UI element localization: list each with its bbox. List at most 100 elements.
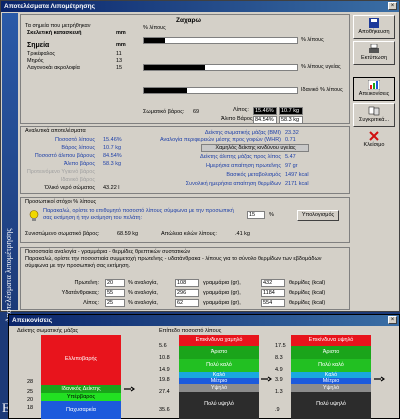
analytics-label: Ποσοστό λίπους [54,137,95,143]
nutrient-pct-input[interactable]: 25 [105,299,125,307]
skeleton-label: Σκελετική κατασκευή [27,30,82,36]
nutrient-pct-label: % αναλογία, [128,300,158,306]
goal-input[interactable]: 15 [247,211,265,219]
analytics-value: 23.32 [285,130,299,136]
fat-segment-label: Πολύ καλό [206,362,232,368]
fat-segment: Υψηλό [179,384,259,392]
chart-icon [368,80,380,90]
nutrient-kcal-field: 554 [261,299,285,307]
close-window-button[interactable]: × [388,2,397,10]
save-button[interactable]: Αποθήκευση [353,15,395,39]
points-label: Τα σημεία που μετρήθηκαν [25,23,91,29]
nutrient-pct-input[interactable]: 55 [105,289,125,297]
fat-level-scale-right: Επικίνδυνα υψηλό Άριστο Πολύ καλό Καλό Μ… [291,335,371,419]
fat-tick-right: 1.3 [275,389,283,395]
compare-icon [368,106,380,116]
body-weight-label: Σωματικό βάρος: [143,109,185,115]
analytics-label: Βάρος λίπους [61,145,95,151]
bmi-segment: Υπέρβαρος [41,393,121,401]
visualizations-button[interactable]: Απεικονίσεις [353,77,395,101]
close-visualizations-button[interactable]: × [388,316,397,324]
bmi-segment: Ελλιποβαρής [41,335,121,385]
nutrient-grams-label: γραμμάρια (gr), [203,300,241,306]
bmi-segment-label: Ελλιποβαρής [64,356,98,362]
print-label: Εκτύπωση [360,55,388,61]
fat-tick-left: 35.6 [159,407,170,413]
loss-label: Απώλεια κιλών λίπους: [161,231,217,237]
healthy-fat-bar [143,64,298,71]
analytics-value: 58.3 kg [103,161,122,167]
fat-tick-left: 27.4 [159,389,170,395]
fat-segment: Επικίνδυνα υψηλό [291,335,371,346]
bmi-segment-label: Ιδανικός Δείκτης [61,386,101,392]
compare-label: Συγκριτικά... [358,117,390,123]
risk-indicator: Χαμηλός δείκτης κινδύνου υγείας [201,144,309,152]
body-weight-value: 69 [193,109,200,115]
point-name: Μηρός [27,58,44,64]
bar-label: % λίπους [301,37,324,43]
print-button[interactable]: Εκτύπωση [353,41,395,65]
goal-panel: Προσωπικοί στόχοι % λίπους Παρακαλώ, ορί… [20,197,350,243]
fat-segment-label: Υψηλό [322,385,340,391]
fat-percent-bar [143,37,298,44]
printer-icon [369,44,379,53]
point-value: 13 [116,58,123,64]
nutrient-pct-input[interactable]: 20 [105,279,125,287]
main-window-title: Αποτελέσματα Λιπομέτρησης [4,3,96,10]
fat-kg-field: 10.7 kg [279,107,303,115]
fat-tick-right: 3.9 [275,377,283,383]
analytics-title: Αναλυτικά αποτελέσματα [25,128,86,134]
bmi-tick: 18 [27,405,34,411]
fat-segment: Άριστο [291,346,371,359]
save-icon [369,18,379,28]
percent-header: % λίπους [143,25,166,31]
goal-title: Προσωπικοί στόχοι % λίπους [25,199,97,205]
fat-segment-label: Υψηλό [210,385,228,391]
fat-tick-left: 14.9 [159,367,170,373]
nutrient-name: Λίπος: [83,300,99,306]
bmi-tick: 28 [27,379,34,385]
calculate-button[interactable]: Υπολογισμός [297,210,339,221]
fat-tick-left: 19.8 [159,377,170,383]
compare-button[interactable]: Συγκριτικά... [353,103,395,127]
fat-segment: Επικίνδυνα χαμηλό [179,335,259,346]
bar-fill [144,65,206,70]
section-title: Ζαχαρω [176,17,201,24]
ideal-fat-bar [143,87,298,94]
fat-pct-field: 15.46% [253,107,277,115]
analytics-value: 1497 kcal [285,172,309,178]
fat-tick-right: 4.9 [275,367,283,373]
fat-segment-label: Πολύ καλό [318,362,344,368]
nutrient-grams-label: γραμμάρια (gr), [203,280,241,286]
nutrient-name: Υδατάνθρακας: [61,290,99,296]
loss-value: .41 kg [235,231,250,237]
visualizations-titlebar: Απεικονίσεις [9,315,399,326]
fat-tick-right: .9 [275,407,280,413]
fat-tick-right: 17.5 [275,343,286,349]
analytics-value: 15.46% [103,137,122,143]
points-header: Σημεία [27,42,50,49]
analytics-value: 97 gr [285,163,298,169]
close-icon [369,131,379,141]
fat-tick-left: 5.6 [159,343,167,349]
fat-segment: Πολύ υψηλό [179,392,259,419]
nutrient-name: Πρωτεΐνη: [74,280,99,286]
nutrient-kcal-label: θερμίδες (kcal) [289,290,326,296]
point-name: Λαγονοκάι ακρολοφία [27,65,80,71]
nutrient-grams-label: γραμμάρια (gr), [203,290,241,296]
bmi-tick: 25 [27,389,34,395]
bmi-segment: Ιδανικός Δείκτης [41,385,121,393]
close-button[interactable]: Κλείσιμο [353,129,395,153]
analytics-value: 0.71 [285,137,296,143]
close-label: Κλείσιμο [363,142,385,148]
bmi-segment: Παχυσαρκία [41,401,121,419]
nutrient-grams-field: 296 [175,289,199,297]
fat-level-scale-left: Επικίνδυνα χαμηλό Άριστο Πολύ καλό Καλό … [179,335,259,419]
fat-segment-label: Άριστο [210,349,228,355]
main-window: Αποτελέσματα Λιπομέτρησης × Αποτελέσματα… [0,0,400,323]
bmi-title: Δείκτης σωματικής μάζας [17,328,79,334]
fat-segment: Πολύ καλό [291,359,371,372]
nutrient-pct-label: % αναλογία, [128,280,158,286]
sidebar-band: Αποτελέσματα λιπομέτρησης [2,13,18,323]
nutrients-panel: Ποσοστιαία αναλογία - γραμμάρια - θερμίδ… [20,247,350,310]
